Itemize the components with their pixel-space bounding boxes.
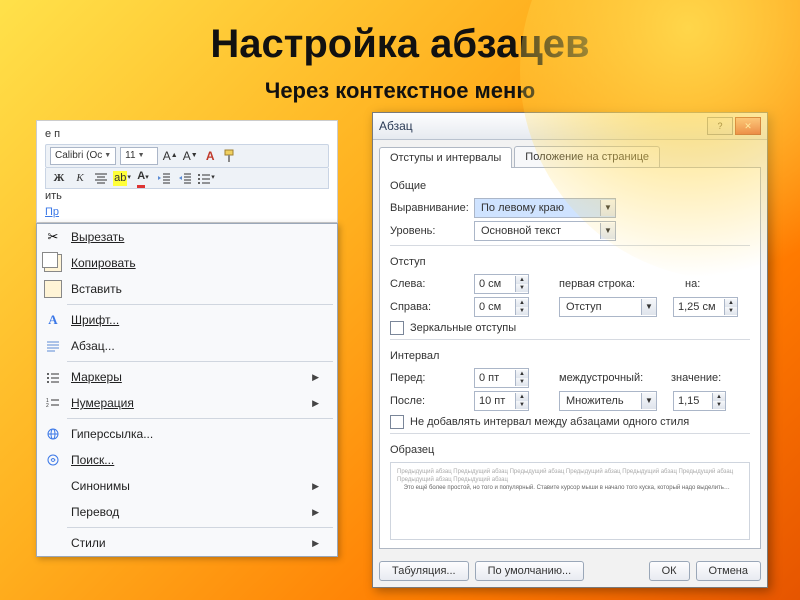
tab-position[interactable]: Положение на странице: [514, 146, 660, 167]
numbering-icon: 12: [43, 393, 63, 413]
spacing-before-label: Перед:: [390, 372, 468, 384]
at-label: значение:: [671, 372, 721, 384]
grow-font-icon[interactable]: A▲: [162, 148, 178, 164]
group-spacing: Интервал: [390, 350, 750, 362]
ctx-paragraph[interactable]: Абзац...: [37, 333, 337, 359]
group-preview: Образец: [390, 444, 750, 456]
ctx-cut[interactable]: ✂ Вырезать: [37, 224, 337, 250]
alignment-select[interactable]: По левому краю▼: [474, 198, 616, 218]
paste-icon: [43, 279, 63, 299]
styles-icon[interactable]: A: [202, 148, 218, 164]
doc-text-highlight: Пр: [45, 206, 59, 218]
level-select[interactable]: Основной текст▼: [474, 221, 616, 241]
linespacing-select[interactable]: Множитель▼: [559, 391, 657, 411]
search-icon: [43, 450, 63, 470]
ctx-styles[interactable]: Стили ▶: [37, 530, 337, 556]
indent-right-spinner[interactable]: 0 см▲▼: [474, 297, 529, 317]
help-button[interactable]: ?: [707, 117, 733, 135]
spacing-after-label: После:: [390, 395, 468, 407]
ctx-copy[interactable]: Копировать: [37, 250, 337, 276]
shrink-font-icon[interactable]: A▼: [182, 148, 198, 164]
ctx-paste[interactable]: Вставить: [37, 276, 337, 302]
by-label: на:: [685, 278, 700, 290]
mini-toolbar: Calibri (Ос▼ 11▼ A▲ A▼ A: [45, 144, 329, 168]
ctx-search[interactable]: Поиск...: [37, 447, 337, 473]
default-button[interactable]: По умолчанию...: [475, 561, 585, 581]
group-general: Общие: [390, 180, 750, 192]
tab-indents[interactable]: Отступы и интервалы: [379, 147, 512, 168]
submenu-arrow-icon: ▶: [312, 507, 319, 518]
indent-left-label: Слева:: [390, 278, 468, 290]
dialog-titlebar: Абзац ? ✕: [373, 113, 767, 140]
submenu-arrow-icon: ▶: [312, 372, 319, 383]
left-composite: е п Calibri (Ос▼ 11▼ A▲ A▼ A Ж К ab▾ A▾ …: [36, 120, 338, 557]
document-fragment: е п Calibri (Ос▼ 11▼ A▲ A▼ A Ж К ab▾ A▾ …: [36, 120, 338, 223]
by-spinner[interactable]: 1,25 см▲▼: [673, 297, 738, 317]
preview-box: Предыдущий абзац Предыдущий абзац Предыд…: [390, 462, 750, 540]
font-name-select[interactable]: Calibri (Ос▼: [50, 147, 116, 165]
group-indent: Отступ: [390, 256, 750, 268]
slide-title: Настройка абзацев: [0, 22, 800, 67]
ctx-synonyms[interactable]: Синонимы ▶: [37, 473, 337, 499]
linespacing-label: междустрочный:: [559, 372, 655, 384]
indent-left-spinner[interactable]: 0 см▲▼: [474, 274, 529, 294]
firstline-select[interactable]: Отступ▼: [559, 297, 657, 317]
svg-text:2: 2: [46, 403, 49, 409]
increase-indent-icon[interactable]: [176, 170, 194, 186]
decrease-indent-icon[interactable]: [155, 170, 173, 186]
spacing-before-spinner[interactable]: 0 пт▲▼: [474, 368, 529, 388]
context-menu: ✂ Вырезать Копировать Вставить A Шрифт..…: [36, 223, 338, 557]
tabs-button[interactable]: Табуляция...: [379, 561, 469, 581]
blank-icon: [43, 502, 63, 522]
bullets-list-icon: [43, 367, 63, 387]
font-icon: A: [43, 310, 63, 330]
slide-subtitle: Через контекстное меню: [0, 78, 800, 104]
bold-button[interactable]: Ж: [50, 170, 68, 186]
cancel-button[interactable]: Отмена: [696, 561, 761, 581]
ctx-numbering[interactable]: 12 Нумерация ▶: [37, 390, 337, 416]
ctx-hyperlink[interactable]: Гиперссылка...: [37, 421, 337, 447]
copy-icon: [43, 253, 63, 273]
indent-right-label: Справа:: [390, 301, 468, 313]
ctx-bullets[interactable]: Маркеры ▶: [37, 364, 337, 390]
hyperlink-icon: [43, 424, 63, 444]
alignment-label: Выравнивание:: [390, 202, 468, 214]
firstline-label: первая строка:: [559, 278, 655, 290]
submenu-arrow-icon: ▶: [312, 538, 319, 549]
submenu-arrow-icon: ▶: [312, 481, 319, 492]
cut-icon: ✂: [43, 227, 63, 247]
nospace-checkbox[interactable]: Не добавлять интервал между абзацами одн…: [390, 415, 750, 429]
doc-text: е п: [45, 128, 60, 140]
mini-toolbar-row2: Ж К ab▾ A▾ ▾: [45, 168, 329, 189]
ctx-font[interactable]: A Шрифт...: [37, 307, 337, 333]
center-align-icon[interactable]: [92, 170, 110, 186]
paragraph-icon: [43, 336, 63, 356]
bullets-icon[interactable]: ▾: [197, 170, 215, 186]
highlight-icon[interactable]: ab▾: [113, 170, 131, 186]
paragraph-dialog: Абзац ? ✕ Отступы и интервалы Положение …: [372, 112, 768, 588]
mirror-checkbox[interactable]: Зеркальные отступы: [390, 321, 750, 335]
dialog-title-text: Абзац: [379, 119, 705, 133]
ok-button[interactable]: ОК: [649, 561, 690, 581]
spacing-after-spinner[interactable]: 10 пт▲▼: [474, 391, 529, 411]
level-label: Уровень:: [390, 225, 468, 237]
italic-button[interactable]: К: [71, 170, 89, 186]
format-painter-icon[interactable]: [222, 148, 238, 164]
ctx-translate[interactable]: Перевод ▶: [37, 499, 337, 525]
blank-icon: [43, 476, 63, 496]
blank-icon: [43, 533, 63, 553]
submenu-arrow-icon: ▶: [312, 398, 319, 409]
close-button[interactable]: ✕: [735, 117, 761, 135]
at-spinner[interactable]: 1,15▲▼: [673, 391, 726, 411]
font-size-select[interactable]: 11▼: [120, 147, 158, 165]
font-color-icon[interactable]: A▾: [134, 170, 152, 186]
doc-text: ить: [45, 190, 62, 202]
